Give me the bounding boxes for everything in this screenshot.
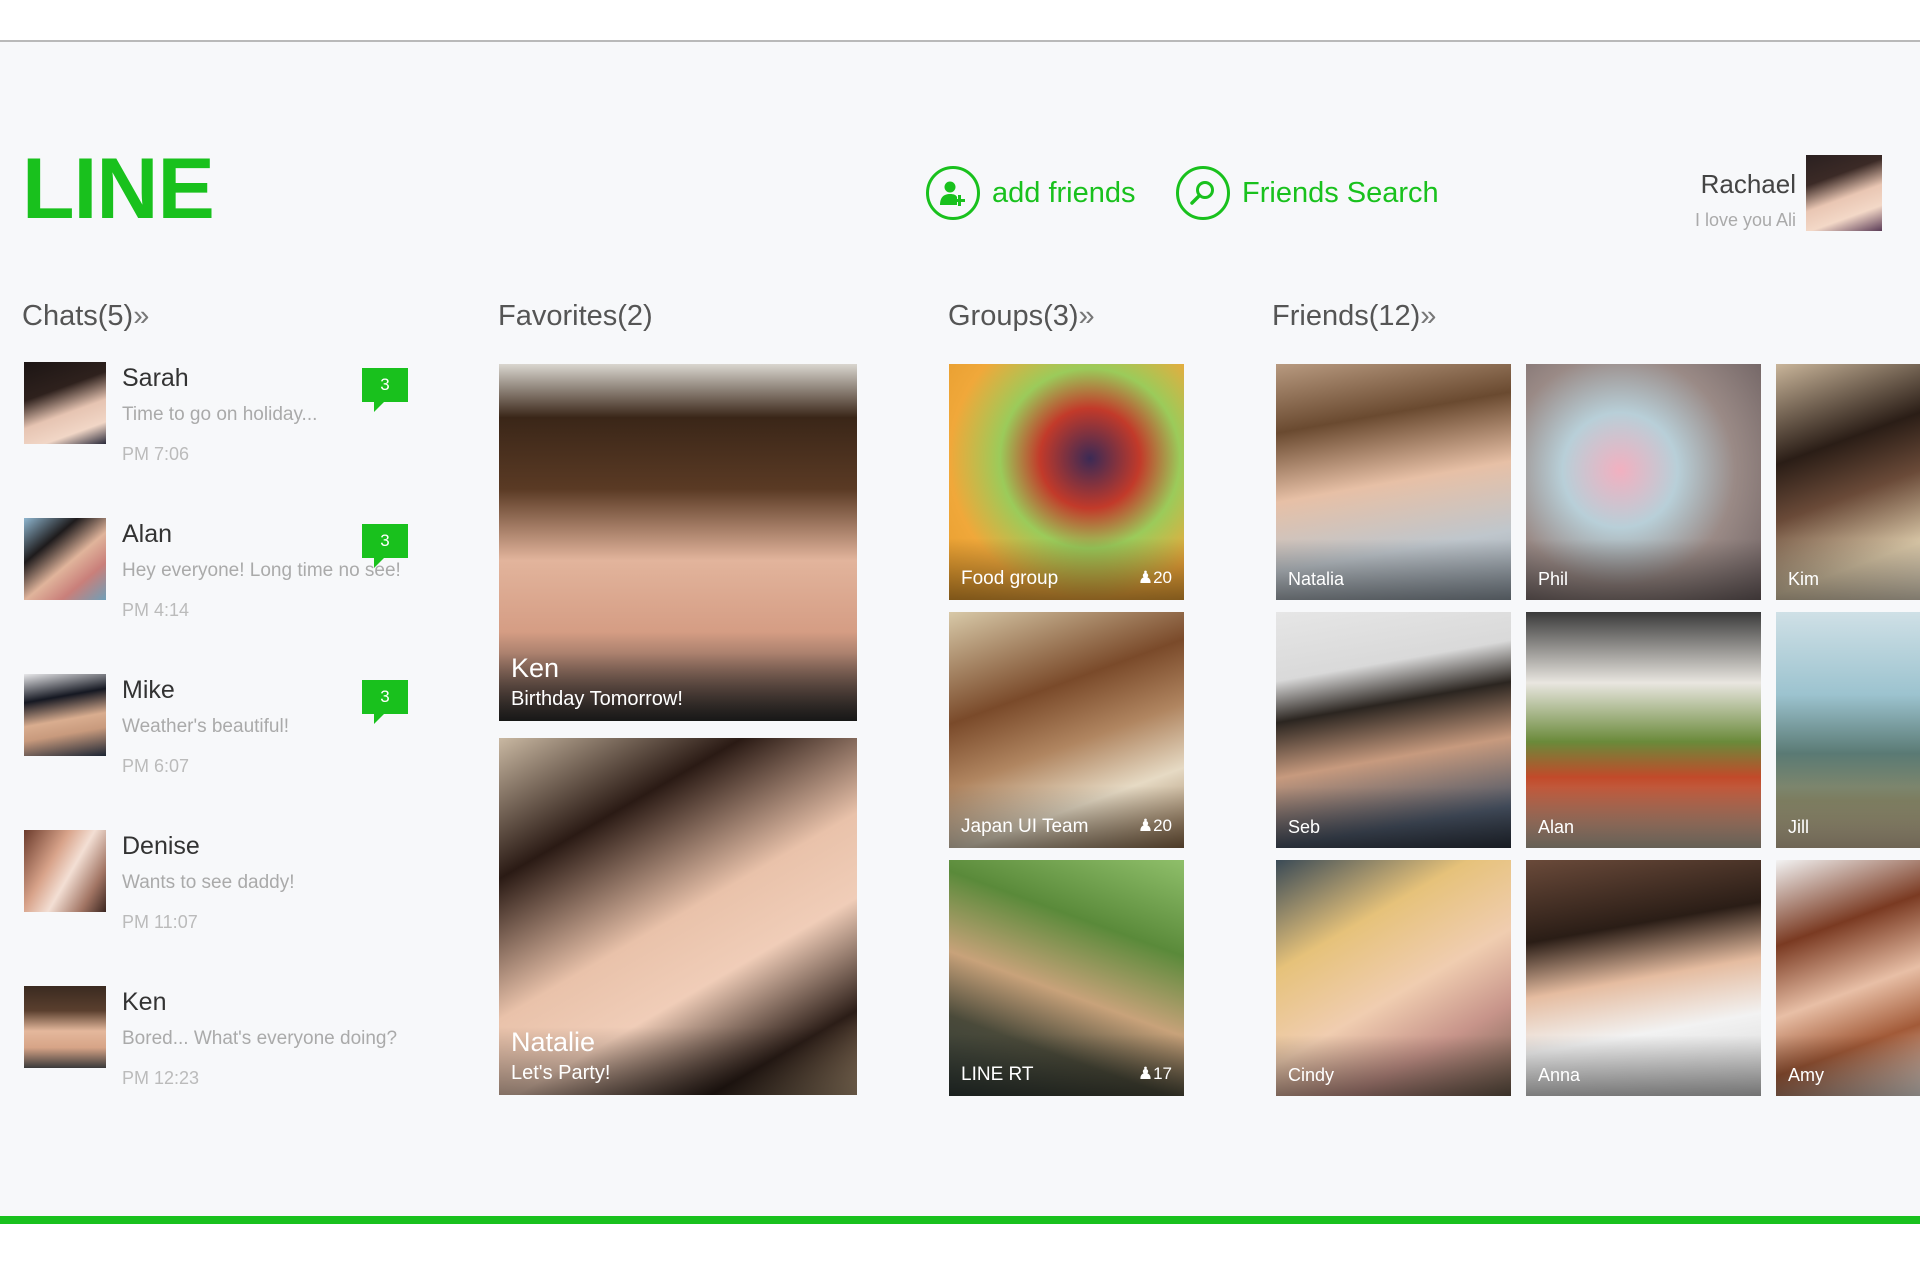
add-friends-label: add friends (992, 176, 1136, 209)
friends-section-title[interactable]: Friends(12)» (1272, 300, 1436, 333)
add-user-icon (926, 166, 980, 220)
friend-tile-amy[interactable]: Amy (1776, 860, 1920, 1096)
tile-caption: Ken Birthday Tomorrow! (499, 653, 857, 721)
chat-preview: Bored... What's everyone doing? (122, 1028, 398, 1049)
avatar (24, 518, 106, 600)
friend-tile-seb[interactable]: Seb (1276, 612, 1511, 848)
group-name: Japan UI Team (961, 816, 1089, 837)
friend-tile-kim[interactable]: Kim (1776, 364, 1920, 600)
chats-title: Chats(5) (22, 300, 134, 332)
line-logo: LINE (22, 141, 215, 237)
unread-badge: 3 (362, 524, 408, 568)
friend-name: Jill (1776, 787, 1920, 848)
tile-caption: LINE RT ♟17 (949, 1034, 1184, 1096)
avatar (24, 830, 106, 912)
chat-item-ken[interactable]: Ken Bored... What's everyone doing? PM 1… (24, 986, 424, 1106)
group-tile-food-group[interactable]: Food group ♟20 (949, 364, 1184, 600)
chat-preview: Hey everyone! Long time no see! (122, 560, 401, 581)
friend-name: Kim (1776, 539, 1920, 600)
chat-item-sarah[interactable]: Sarah Time to go on holiday... PM 7:06 3 (24, 362, 424, 482)
chat-item-mike[interactable]: Mike Weather's beautiful! PM 6:07 3 (24, 674, 424, 794)
avatar (24, 986, 106, 1068)
friend-name: Phil (1526, 539, 1761, 600)
chevron-right-icon: » (1420, 300, 1437, 332)
profile-name: Rachael (1700, 169, 1796, 199)
group-name: LINE RT (961, 1064, 1034, 1085)
unread-badge: 3 (362, 680, 408, 724)
favorites-title: Favorites(2) (498, 300, 653, 332)
friend-tile-natalia[interactable]: Natalia (1276, 364, 1511, 600)
chat-preview: Time to go on holiday... (122, 404, 318, 425)
chat-name: Ken (122, 988, 167, 1016)
chat-time: PM 7:06 (122, 444, 190, 464)
tile-caption: Japan UI Team ♟20 (949, 786, 1184, 848)
person-icon: ♟ (1137, 1064, 1154, 1083)
chat-time: PM 4:14 (122, 600, 190, 620)
friend-tile-phil[interactable]: Phil (1526, 364, 1761, 600)
avatar (24, 362, 106, 444)
friends-title: Friends(12) (1272, 300, 1421, 332)
friend-name: Alan (1526, 787, 1761, 848)
favorite-tile-natalie[interactable]: Natalie Let's Party! (499, 738, 857, 1095)
unread-badge: 3 (362, 368, 408, 412)
bottom-accent-bar (0, 1216, 1920, 1224)
groups-title: Groups(3) (948, 300, 1079, 332)
member-count: 20 (1153, 568, 1172, 587)
tile-caption: Natalie Let's Party! (499, 1027, 857, 1095)
group-name: Food group (961, 568, 1059, 589)
chat-name: Sarah (122, 364, 189, 392)
member-count: 20 (1153, 816, 1172, 835)
friend-name: Seb (1276, 787, 1511, 848)
chat-time: PM 12:23 (122, 1068, 200, 1088)
chevron-right-icon: » (133, 300, 150, 332)
person-icon: ♟ (1137, 568, 1154, 587)
favorite-status: Let's Party! (511, 1062, 611, 1084)
line-home-screen: LINE add friends Friends Search Rachael … (0, 42, 1920, 1216)
chat-name: Denise (122, 832, 200, 860)
chat-name: Mike (122, 676, 175, 704)
friend-tile-jill[interactable]: Jill (1776, 612, 1920, 848)
tile-caption: Food group ♟20 (949, 538, 1184, 600)
member-count: 17 (1153, 1064, 1172, 1083)
chat-time: PM 11:07 (122, 912, 198, 932)
friends-search-button[interactable]: Friends Search (1176, 166, 1439, 220)
profile-status: I love you Ali (1694, 210, 1796, 230)
chats-section-title[interactable]: Chats(5)» (22, 300, 149, 333)
group-tile-japan-ui-team[interactable]: Japan UI Team ♟20 (949, 612, 1184, 848)
add-friends-button[interactable]: add friends (926, 166, 1136, 220)
friends-search-label: Friends Search (1242, 176, 1439, 209)
friend-tile-anna[interactable]: Anna (1526, 860, 1761, 1096)
chat-item-denise[interactable]: Denise Wants to see daddy! PM 11:07 (24, 830, 424, 950)
chat-preview: Wants to see daddy! (122, 872, 295, 893)
friend-name: Anna (1526, 1035, 1761, 1096)
friend-name: Amy (1776, 1035, 1920, 1096)
chat-item-alan[interactable]: Alan Hey everyone! Long time no see! PM … (24, 518, 424, 638)
person-icon: ♟ (1137, 816, 1154, 835)
chevron-right-icon: » (1078, 300, 1095, 332)
friend-name: Natalia (1276, 539, 1511, 600)
chat-preview: Weather's beautiful! (122, 716, 289, 737)
group-tile-line-rt[interactable]: LINE RT ♟17 (949, 860, 1184, 1096)
favorite-tile-ken[interactable]: Ken Birthday Tomorrow! (499, 364, 857, 721)
friend-name: Cindy (1276, 1035, 1511, 1096)
favorite-name: Natalie (511, 1027, 596, 1057)
friend-tile-alan[interactable]: Alan (1526, 612, 1761, 848)
avatar (24, 674, 106, 756)
user-profile[interactable]: Rachael I love you Ali (1695, 147, 1882, 231)
favorite-name: Ken (511, 653, 560, 683)
chat-name: Alan (122, 520, 173, 548)
favorites-section-title: Favorites(2) (498, 300, 653, 333)
friend-tile-cindy[interactable]: Cindy (1276, 860, 1511, 1096)
chat-time: PM 6:07 (122, 756, 190, 776)
favorite-status: Birthday Tomorrow! (511, 688, 683, 710)
search-icon (1176, 166, 1230, 220)
profile-avatar (1806, 155, 1882, 231)
groups-section-title[interactable]: Groups(3)» (948, 300, 1095, 333)
